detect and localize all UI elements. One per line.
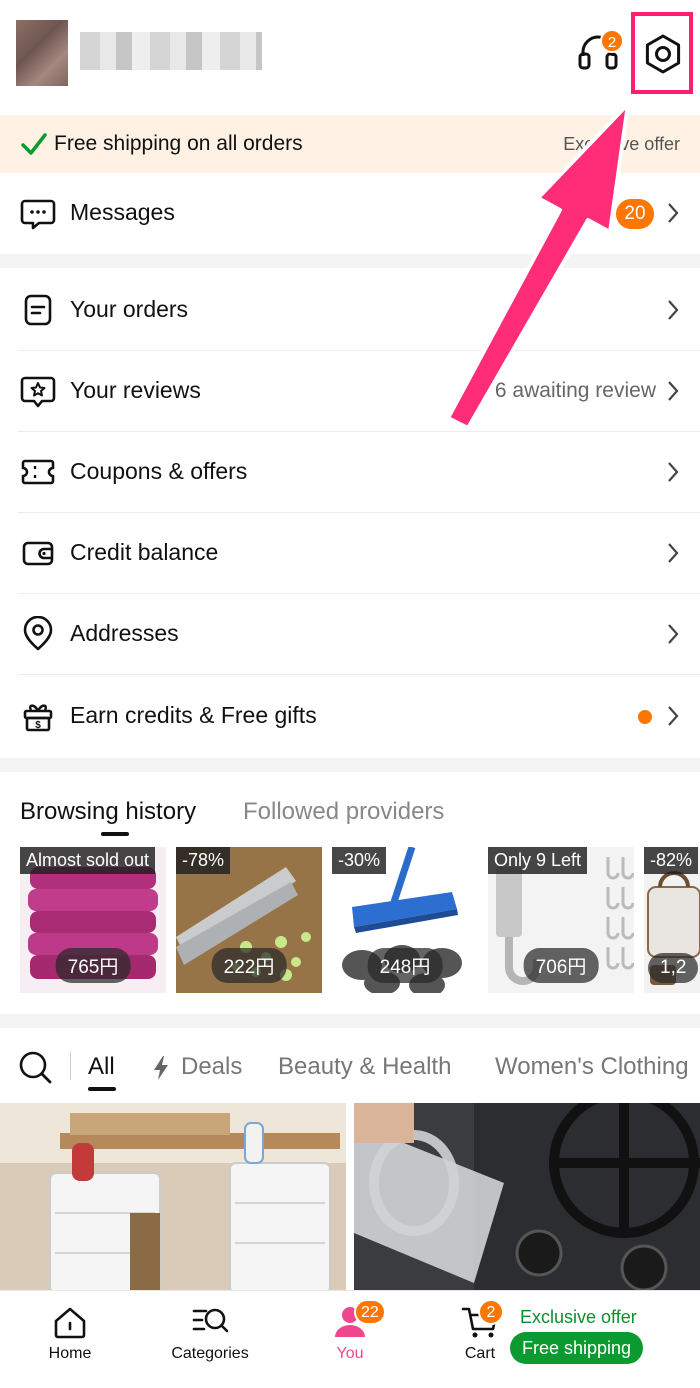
nav-home-label: Home [48,1345,92,1362]
nav-categories[interactable]: Categories [160,1305,260,1363]
history-item[interactable]: Almost sold out 765円 [20,847,166,993]
product-card[interactable] [0,1103,346,1293]
tab-browsing-history[interactable]: Browsing history [20,798,196,826]
history-item[interactable]: -78% 222円 [176,847,322,993]
history-item-price: 706円 [523,948,599,983]
wallet-icon [22,541,54,566]
gift-icon: $ [23,704,53,732]
search-icon[interactable] [18,1050,52,1084]
tape-stove-product-image [354,1103,700,1293]
notification-dot [638,710,652,724]
chevron-right-icon [668,624,679,644]
home-icon [54,1307,86,1339]
location-pin-icon [23,616,53,651]
lightning-icon [154,1056,168,1080]
menu-item-coupons[interactable]: Coupons & offers [0,432,700,513]
active-tab-indicator [101,832,129,836]
storage-cart-product-image [0,1103,346,1293]
history-item[interactable]: -30% 248円 [332,847,478,993]
tab-womens-clothing[interactable]: Women's Clothing [495,1053,689,1081]
tab-followed-providers[interactable]: Followed providers [243,798,444,826]
history-item-price: 765円 [55,948,131,983]
exclusive-offer-label: Exclusive offer [520,1307,637,1327]
coupon-icon [21,459,55,485]
tab-deals[interactable]: Deals [181,1053,242,1081]
history-item-price: 248円 [367,948,443,983]
history-item[interactable]: Only 9 Left 706円 [488,847,634,993]
menu-item-addresses[interactable]: Addresses [0,594,700,675]
nav-home[interactable]: Home [20,1305,120,1363]
free-shipping-badge[interactable]: Free shipping [510,1332,644,1364]
divider [70,1052,71,1080]
you-badge: 22 [354,1299,386,1325]
menu-item-credit-balance[interactable]: Credit balance [0,513,700,594]
chevron-right-icon [668,462,679,482]
earn-credits-label: Earn credits & Free gifts [70,702,317,728]
tab-all[interactable]: All [88,1053,115,1081]
chevron-right-icon [668,706,679,726]
nav-you[interactable]: 22 You [300,1299,400,1363]
credit-balance-label: Credit balance [70,539,219,565]
category-tabs: All Deals Beauty & Health Women's Clothi… [0,1030,700,1102]
bottom-navigation: Home Categories 22 You 2 Cart Exclusive … [0,1290,700,1388]
history-item[interactable]: -82% 1,2 [644,847,700,993]
nav-you-label: You [336,1345,364,1362]
nav-categories-label: Categories [171,1345,249,1362]
active-tab-indicator [88,1087,116,1091]
history-item-price: 222円 [211,948,287,983]
addresses-label: Addresses [70,620,179,646]
categories-search-icon [192,1308,229,1333]
history-item-tag: Almost sold out [20,847,156,874]
history-item-tag: -82% [644,847,699,874]
section-divider [0,1014,700,1028]
chevron-right-icon [668,543,679,563]
menu-item-earn-credits[interactable]: $ Earn credits & Free gifts [0,676,700,757]
history-item-tag: -30% [332,847,387,874]
history-item-tag: -78% [176,847,231,874]
cart-badge: 2 [478,1299,504,1325]
history-tabs: Browsing history Followed providers [0,772,700,842]
annotation-arrow [446,102,630,430]
svg-text:$: $ [35,720,41,731]
section-divider [0,758,700,772]
history-item-price: 1,2 [648,953,699,983]
product-card[interactable] [354,1103,700,1293]
history-item-tag: Only 9 Left [488,847,588,874]
coupons-label: Coupons & offers [70,458,248,484]
tab-beauty-health[interactable]: Beauty & Health [278,1053,451,1081]
